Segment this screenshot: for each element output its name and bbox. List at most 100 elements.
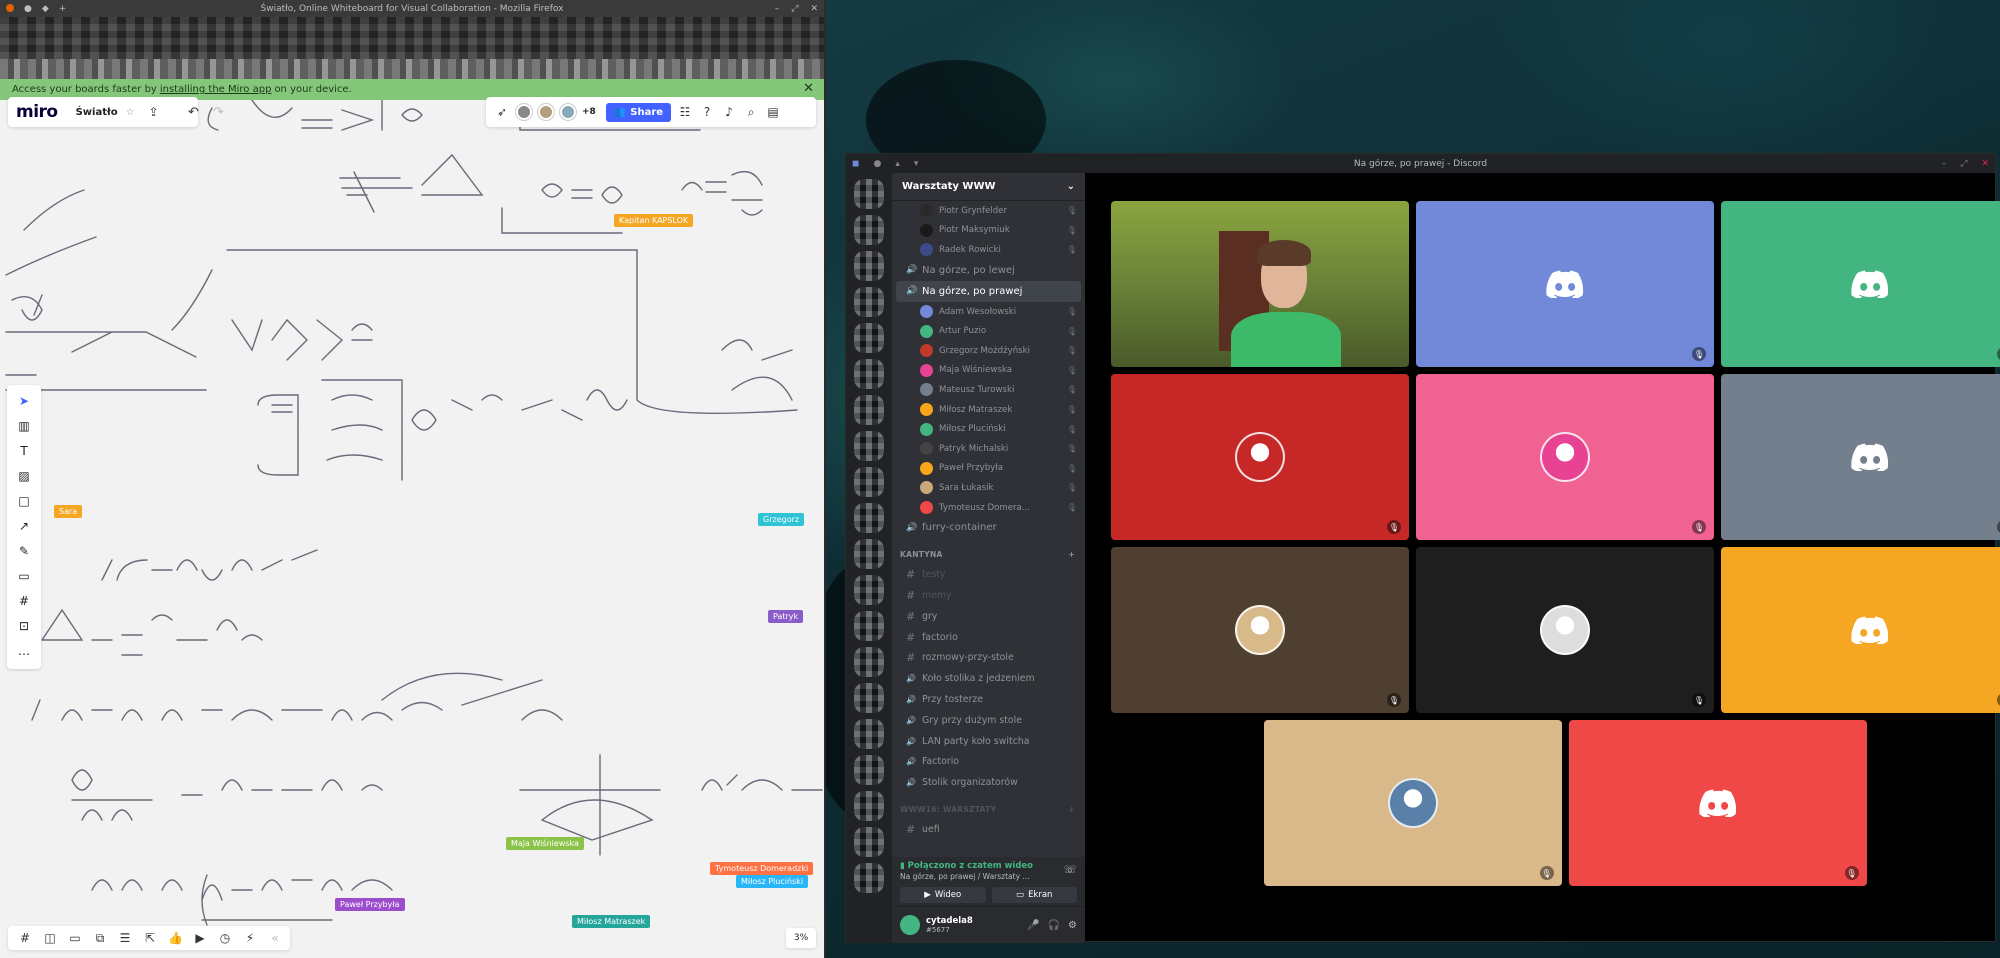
voice-user[interactable]: Piotr Grynfelder 🎙 (892, 201, 1085, 221)
server-header[interactable]: Warsztaty WWW ⌄ (892, 173, 1085, 201)
add-channel-icon[interactable]: + (1068, 805, 1075, 814)
text-channel[interactable]: # uefi (896, 819, 1081, 840)
add-channel-icon[interactable]: + (1068, 550, 1075, 559)
voice-channel[interactable]: 🔊 LAN party koło switcha (896, 731, 1081, 752)
maximize-icon[interactable]: ⤢ (791, 4, 798, 14)
select-tool-icon[interactable]: ➤ (13, 391, 35, 410)
gear-icon[interactable]: ⚙ (1068, 920, 1077, 931)
screen-share-icon[interactable]: ⧉ (93, 931, 107, 946)
minimize-icon[interactable]: – (775, 4, 780, 14)
voice-user[interactable]: Maja Wiśniewska 🎙 (892, 361, 1085, 381)
participant-tile[interactable]: 🎙 (1263, 720, 1562, 886)
window-menu-icon[interactable]: ● (873, 159, 881, 169)
miro-logo[interactable]: miro (16, 102, 58, 122)
star-icon[interactable]: ☆ (126, 107, 135, 118)
participant-tile[interactable]: 🎙 (1721, 374, 2000, 540)
text-channel[interactable]: # rozmowy-przy-stole (896, 648, 1081, 669)
voice-channel[interactable]: 🔊 Na górze, po lewej (896, 260, 1081, 281)
headphones-icon[interactable]: 🎧 (1048, 920, 1060, 931)
connected-channel[interactable]: Na górze, po prawej / Warsztaty ... (900, 872, 1077, 881)
voice-user[interactable]: Sara Łukasik 🎙 (892, 478, 1085, 498)
voice-user[interactable]: Miłosz Pluciński 🎙 (892, 419, 1085, 439)
category-header[interactable]: KANTYNA + (892, 544, 1085, 564)
new-tab-icon[interactable]: + (59, 4, 67, 14)
sticky-note-icon[interactable]: ▨ (13, 466, 35, 485)
more-collaborators-count[interactable]: +8 (582, 107, 596, 117)
voice-channel[interactable]: 🔊 Gry przy dużym stole (896, 710, 1081, 731)
timer-icon[interactable]: ◷ (218, 931, 232, 945)
voice-channel[interactable]: 🔊 Factorio (896, 751, 1081, 772)
voice-user[interactable]: Piotr Maksymiuk 🎙 (892, 221, 1085, 241)
text-tool-icon[interactable]: T (13, 441, 35, 460)
participant-tile[interactable]: 🎙 (1111, 374, 1409, 540)
install-app-link[interactable]: installing the Miro app (160, 84, 272, 95)
voice-user[interactable]: Artur Puzio 🎙 (892, 321, 1085, 341)
server-icon[interactable] (854, 575, 884, 605)
server-icon[interactable] (854, 251, 884, 281)
comment-icon[interactable]: ▭ (13, 566, 35, 585)
cards-icon[interactable]: ☰ (118, 931, 132, 945)
frame-icon[interactable]: # (13, 591, 35, 610)
pin-icon[interactable]: ▴ (895, 159, 900, 169)
search-icon[interactable]: ⌕ (743, 105, 759, 120)
more-tools-icon[interactable]: … (13, 641, 35, 660)
whiteboard-canvas[interactable]: Kapitan KAPSLOK Sara Grzegorz Patryk Maj… (2, 100, 824, 958)
server-icon[interactable] (854, 359, 884, 389)
collapse-icon[interactable]: « (268, 931, 282, 945)
voice-user[interactable]: Tymoteusz Domera... 🎙 (892, 498, 1085, 518)
participant-tile[interactable]: 🎙 (1568, 720, 1867, 886)
pin-icon[interactable]: ◆ (42, 4, 49, 14)
server-icon[interactable] (854, 791, 884, 821)
close-icon[interactable]: ✕ (810, 4, 818, 14)
share-screen-icon[interactable]: ⇱ (143, 931, 157, 945)
voice-user[interactable]: Adam Wesołowski 🎙 (892, 302, 1085, 322)
avatar[interactable] (538, 104, 554, 120)
participant-tile[interactable]: 🎙 (1721, 547, 2000, 713)
voice-user[interactable]: Paweł Przybyła 🎙 (892, 459, 1085, 479)
voice-channel[interactable]: 🔊 Koło stolika z jedzeniem (896, 668, 1081, 689)
maximize-icon[interactable]: ⤢ (1960, 159, 1967, 169)
server-icon[interactable] (854, 215, 884, 245)
voice-channel[interactable]: 🔊 Przy tosterze (896, 689, 1081, 710)
server-icon[interactable] (854, 863, 884, 893)
disconnect-icon[interactable]: ☏ (1063, 863, 1077, 876)
connector-icon[interactable]: ↗ (13, 516, 35, 535)
pen-icon[interactable]: ✎ (13, 541, 35, 560)
server-icon[interactable] (854, 323, 884, 353)
voice-channel[interactable]: 🔊 Stolik organizatorów (896, 772, 1081, 793)
server-icon[interactable] (854, 179, 884, 209)
avatar[interactable] (900, 915, 920, 935)
reactions-icon[interactable]: ➶ (494, 105, 510, 119)
shape-tool-icon[interactable]: □ (13, 491, 35, 510)
server-icon[interactable] (854, 755, 884, 785)
activity-icon[interactable]: ⚡ (243, 931, 257, 945)
voice-user[interactable]: Miłosz Matraszek 🎙 (892, 400, 1085, 420)
text-channel[interactable]: # testy (896, 564, 1081, 585)
participant-tile[interactable]: 🎙 (1721, 201, 2000, 367)
zoom-level[interactable]: 3% (786, 928, 816, 948)
avatar[interactable] (560, 104, 576, 120)
text-channel[interactable]: # factorio (896, 627, 1081, 648)
participant-tile[interactable]: 🎙 (1416, 201, 1714, 367)
upload-icon[interactable]: ⊡ (13, 616, 35, 635)
voice-user[interactable]: Radek Rowicki 🎙 (892, 240, 1085, 260)
server-icon[interactable] (854, 395, 884, 425)
avatar[interactable] (516, 104, 532, 120)
vote-icon[interactable]: 👍 (168, 931, 183, 945)
keep-above-icon[interactable]: ▾ (914, 159, 919, 169)
comments-icon[interactable]: ◫ (43, 931, 57, 945)
close-icon[interactable]: ✕ (1981, 159, 1989, 169)
category-header[interactable]: WWW16: WARSZTATY + (892, 799, 1085, 819)
chat-icon[interactable]: ▭ (68, 931, 82, 945)
minimize-icon[interactable]: – (1942, 159, 1947, 169)
settings-sliders-icon[interactable]: ☷ (677, 105, 693, 119)
server-icon[interactable] (854, 539, 884, 569)
participant-tile[interactable]: 🎙 (1416, 547, 1714, 713)
server-icon[interactable] (854, 503, 884, 533)
server-icon[interactable] (854, 683, 884, 713)
server-icon[interactable] (854, 827, 884, 857)
server-icon[interactable] (854, 467, 884, 497)
templates-icon[interactable]: ▥ (13, 416, 35, 435)
mute-microphone-icon[interactable]: 🎤 (1027, 920, 1039, 931)
server-icon[interactable] (854, 611, 884, 641)
